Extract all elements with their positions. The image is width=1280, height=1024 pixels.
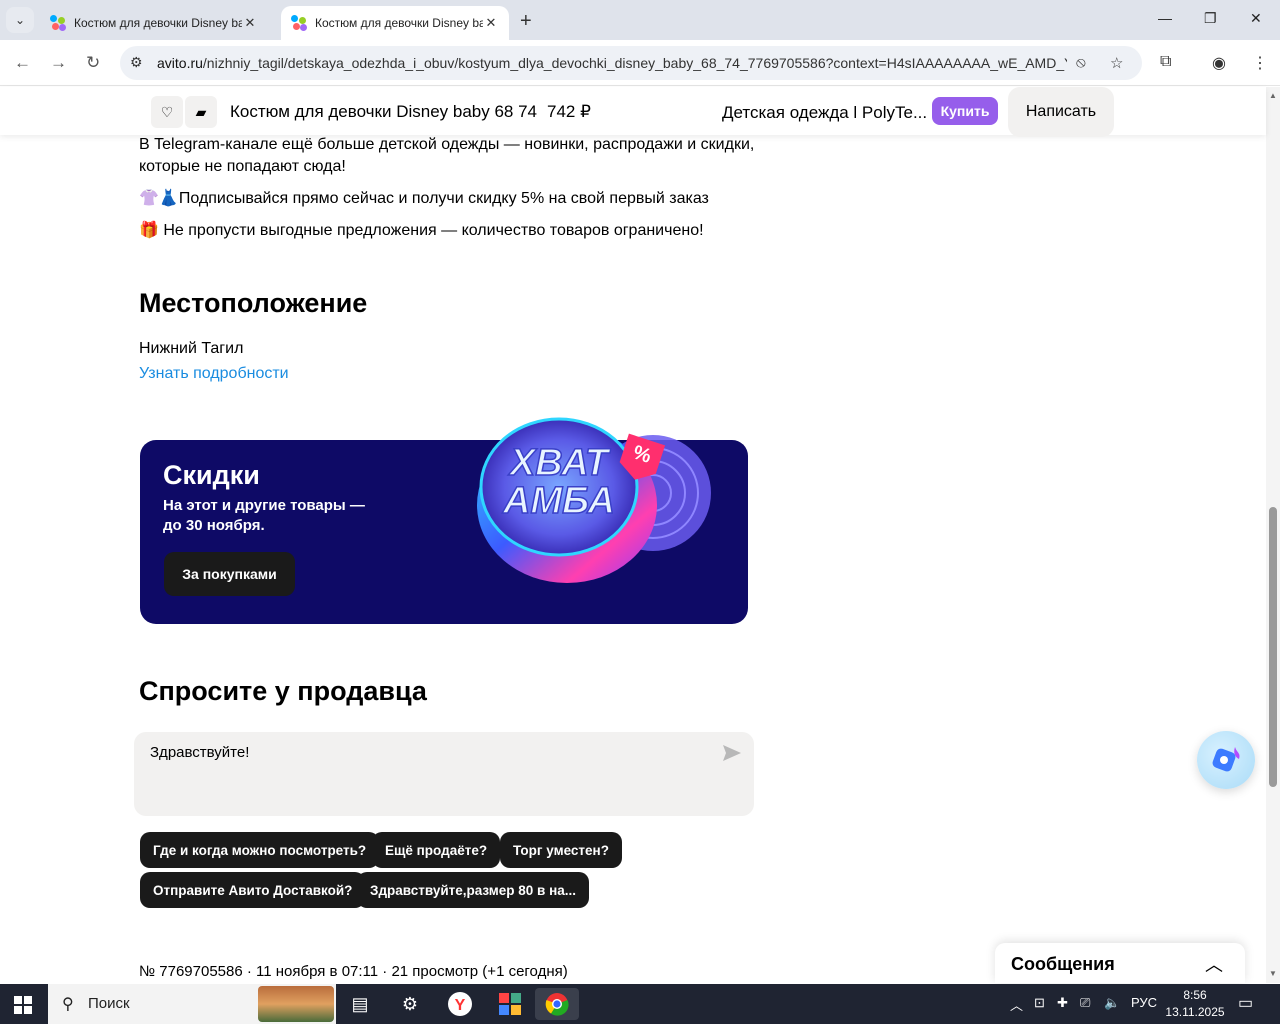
ask-seller-heading: Спросите у продавца: [139, 676, 427, 706]
scroll-thumb[interactable]: [1269, 507, 1277, 787]
note-icon[interactable]: ▰: [185, 96, 217, 128]
assistant-fab-icon[interactable]: [1197, 731, 1255, 789]
menu-icon[interactable]: ⋮: [1252, 53, 1268, 73]
messages-panel[interactable]: Сообщения ︿: [995, 943, 1245, 983]
scroll-up-icon[interactable]: ▲: [1269, 91, 1277, 100]
location-city: Нижний Тагил: [139, 340, 244, 357]
avito-favicon-icon: [291, 15, 307, 31]
minimize-icon[interactable]: —: [1158, 10, 1172, 26]
profile-icon[interactable]: ◉: [1212, 53, 1226, 73]
browser-tab-1[interactable]: Костюм для девочки Disney baby 68 74 ✕: [40, 6, 268, 40]
page-scrollbar[interactable]: ▲ ▼: [1266, 87, 1280, 983]
app-grid-icon[interactable]: [488, 988, 532, 1020]
taskbar-search[interactable]: ⚲ Поиск: [48, 984, 336, 1024]
svg-text:АМБА: АМБА: [502, 480, 615, 522]
site-settings-icon[interactable]: ⚙: [130, 54, 143, 71]
write-button[interactable]: Написать: [1008, 87, 1114, 137]
banner-text: На этот и другие товары — до 30 ноября.: [163, 497, 365, 534]
shop-button[interactable]: За покупками: [164, 552, 295, 596]
bookmark-star-icon[interactable]: ☆: [1110, 54, 1123, 72]
task-view-icon[interactable]: ▤: [338, 988, 382, 1020]
seller-name[interactable]: Детская одежда l PolyTe...: [722, 103, 927, 123]
sticky-title: Костюм для девочки Disney baby 68 74 742 …: [230, 102, 591, 121]
browser-tab-bar: ⌄ Костюм для девочки Disney baby 68 74 ✕…: [0, 0, 1280, 40]
sticky-price: 742 ₽: [547, 102, 591, 121]
forward-icon[interactable]: →: [50, 53, 67, 73]
new-tab-icon[interactable]: +: [520, 10, 532, 33]
address-bar[interactable]: ⚙ avito.ru/nizhniy_tagil/detskaya_odezhd…: [120, 46, 1142, 80]
back-icon[interactable]: ←: [14, 53, 31, 73]
avito-favicon-icon: [50, 15, 66, 31]
tray-green-icon[interactable]: ✚: [1057, 995, 1068, 1011]
message-input[interactable]: Здравствуйте!: [134, 732, 754, 816]
message-text[interactable]: Здравствуйте!: [150, 744, 249, 761]
close-window-icon[interactable]: ✕: [1250, 10, 1262, 27]
tab-search-button[interactable]: ⌄: [6, 7, 34, 33]
close-tab-icon[interactable]: ✕: [483, 15, 499, 31]
extensions-icon[interactable]: ⧉: [1160, 53, 1171, 71]
svg-text:ХВАТ: ХВАТ: [508, 442, 611, 484]
quick-question-chip[interactable]: Здравствуйте,размер 80 в на...: [357, 872, 590, 908]
reload-icon[interactable]: ↻: [86, 53, 100, 73]
browser-toolbar: ← → ↻ ⚙ avito.ru/nizhniy_tagil/detskaya_…: [0, 40, 1280, 86]
quick-question-chip[interactable]: Отправите Авито Доставкой?: [140, 872, 366, 908]
quick-question-chip[interactable]: Где и когда можно посмотреть?: [140, 832, 380, 868]
tray-app-icon[interactable]: ⊡: [1034, 995, 1045, 1011]
hvat-amba-badge-icon: ХВАТ АМБА %: [477, 417, 711, 583]
buy-button[interactable]: Купить: [932, 97, 998, 125]
chrome-icon[interactable]: [535, 988, 579, 1020]
windows-taskbar: ⚲ Поиск ▤ ⚙ Y ︿ ⊡ ✚ ⎚ 🔈 РУС 8:56 13.11.2…: [0, 984, 1280, 1024]
search-highlight-image: [258, 986, 334, 1022]
description-line: 👚👗Подписывайся прямо сейчас и получи ски…: [139, 190, 709, 207]
description-line: 🎁 Не пропусти выгодные предложения — кол…: [139, 222, 704, 239]
search-icon: ⚲: [62, 996, 74, 1013]
discount-banner[interactable]: Скидки На этот и другие товары — до 30 н…: [140, 417, 748, 624]
quick-question-chip[interactable]: Торг уместен?: [500, 832, 622, 868]
sticky-item-header: ♡ ▰ Костюм для девочки Disney baby 68 74…: [0, 87, 1266, 137]
notifications-icon[interactable]: ▭: [1238, 993, 1253, 1013]
restore-icon[interactable]: ❐: [1204, 10, 1217, 27]
close-tab-icon[interactable]: ✕: [242, 15, 258, 31]
taskbar-clock[interactable]: 8:56 13.11.2025: [1160, 987, 1230, 1021]
quick-question-chip[interactable]: Ещё продаёте?: [372, 832, 501, 868]
language-indicator[interactable]: РУС: [1131, 995, 1157, 1010]
location-details-link[interactable]: Узнать подробности: [139, 365, 289, 383]
tracking-protection-icon[interactable]: ⦸: [1076, 54, 1086, 71]
scroll-down-icon[interactable]: ▼: [1269, 969, 1277, 978]
browser-tab-2[interactable]: Костюм для девочки Disney baby 68 74 ✕: [281, 6, 509, 40]
send-icon[interactable]: [722, 744, 742, 762]
network-icon[interactable]: ⎚: [1080, 995, 1090, 1011]
settings-gear-icon[interactable]: ⚙: [388, 988, 432, 1020]
banner-title: Скидки: [163, 460, 260, 490]
volume-icon[interactable]: 🔈: [1104, 995, 1120, 1011]
search-placeholder: Поиск: [88, 995, 130, 1012]
chevron-up-icon[interactable]: ︿: [1205, 951, 1223, 977]
listing-meta: № 7769705586 · 11 ноября в 07:11 · 21 пр…: [139, 963, 568, 980]
tray-chevron-up-icon[interactable]: ︿: [1010, 995, 1023, 1014]
windows-start-icon[interactable]: [14, 996, 32, 1014]
location-heading: Местоположение: [139, 288, 368, 318]
tab-title: Костюм для девочки Disney baby 68 74: [74, 16, 242, 30]
yandex-browser-icon[interactable]: Y: [438, 988, 482, 1020]
svg-text:Y: Y: [455, 997, 466, 1014]
favorite-heart-icon[interactable]: ♡: [151, 96, 183, 128]
description-line: В Telegram-канале ещё больше детской оде…: [139, 136, 755, 175]
messages-title: Сообщения: [1011, 954, 1115, 974]
tab-title: Костюм для девочки Disney baby 68 74: [315, 16, 483, 30]
url-text[interactable]: avito.ru/nizhniy_tagil/detskaya_odezhda_…: [157, 55, 1067, 71]
